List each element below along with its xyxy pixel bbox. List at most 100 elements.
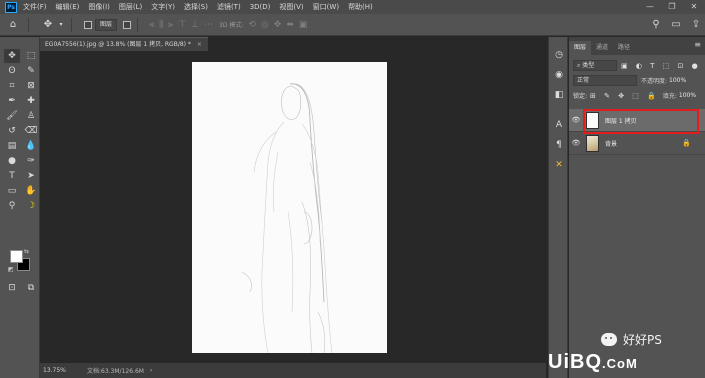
opacity-field[interactable]: 100%: [669, 77, 686, 84]
eraser-tool-icon[interactable]: ⌫: [23, 124, 39, 138]
move-tool-icon[interactable]: ✥: [39, 16, 57, 34]
align-right-icon[interactable]: ⫸: [168, 20, 173, 30]
tab-channels[interactable]: 通道: [591, 41, 613, 55]
tools-panel: ✥ ⬚ ʘ ✎ ⌗ ⊠ ✒ ✚ 🖌 ♙ ↺ ⌫ ▤ 💧 ● ✑ T ➤ ▭ ✋ ⚲ ☽ ⇆ ◩ ⊡ ⧉: [0, 37, 40, 378]
3d-roll-icon[interactable]: ◎: [261, 20, 269, 30]
stamp-tool-icon[interactable]: ♙: [23, 109, 39, 123]
swap-colors-icon[interactable]: ⇆: [24, 248, 29, 255]
minimize-button[interactable]: —: [639, 0, 661, 14]
menu-help[interactable]: 帮助(H): [348, 2, 373, 12]
panel-icon-strip: ◷ ◉ ◧ A ¶ ✕: [548, 37, 568, 378]
close-button[interactable]: ✕: [683, 0, 705, 14]
search-icon[interactable]: ⚲: [647, 16, 665, 34]
hand-tool-icon[interactable]: ✋: [23, 184, 39, 198]
panel-menu-icon[interactable]: ≡: [694, 40, 701, 49]
healing-brush-tool-icon[interactable]: ✚: [23, 94, 39, 108]
home-icon[interactable]: ⌂: [4, 16, 22, 34]
tools-preset-icon[interactable]: ✕: [550, 157, 568, 173]
layer-row-background[interactable]: 👁 背景 🔒: [569, 132, 705, 155]
menu-layer[interactable]: 图层(L): [119, 2, 142, 12]
layers-panel: 图层 通道 路径 ≡ ⌕ 类型 ▣ ◐ T ⬚ ⊡ ● 正常 不透明度: 100…: [569, 37, 705, 378]
menu-3d[interactable]: 3D(D): [250, 3, 271, 11]
menu-view[interactable]: 视图(V): [279, 2, 303, 12]
filter-icons[interactable]: ▣ ◐ T ⬚ ⊡ ●: [621, 62, 701, 70]
marquee-tool-icon[interactable]: ⬚: [23, 49, 39, 63]
fill-field[interactable]: 100%: [679, 92, 696, 99]
foreground-color[interactable]: [10, 250, 23, 263]
lock-label: 锁定:: [573, 93, 588, 100]
menu-image[interactable]: 图像(I): [88, 2, 110, 12]
opacity-label: 不透明度:: [641, 78, 668, 85]
workspace-icon[interactable]: ▭: [667, 16, 685, 34]
toolbar-extras: ⊡ ⧉: [4, 281, 39, 295]
paragraph-icon[interactable]: ¶: [550, 137, 568, 153]
menu-filter[interactable]: 滤镜(T): [217, 2, 241, 12]
history-icon[interactable]: ◷: [550, 47, 568, 63]
screen-mode-icon[interactable]: ⧉: [23, 281, 39, 295]
maximize-button[interactable]: ❐: [661, 0, 683, 14]
share-icon[interactable]: ⇪: [687, 16, 705, 34]
layer-thumbnail: [586, 134, 599, 152]
document-canvas[interactable]: [192, 62, 387, 353]
layer-filter-select[interactable]: ⌕ 类型: [573, 60, 617, 71]
path-select-tool-icon[interactable]: ➤: [23, 169, 39, 183]
adjustments-icon[interactable]: ◧: [550, 87, 568, 103]
menu-file[interactable]: 文件(F): [23, 2, 47, 12]
3d-slide-icon[interactable]: ⬌: [286, 20, 294, 30]
menu-bar: Ps 文件(F) 编辑(E) 图像(I) 图层(L) 文字(Y) 选择(S) 滤…: [0, 0, 705, 14]
banana-tool-icon[interactable]: ☽: [23, 199, 39, 213]
menu-select[interactable]: 选择(S): [184, 2, 208, 12]
move-tool-icon[interactable]: ✥: [4, 49, 20, 63]
properties-icon[interactable]: ◉: [550, 67, 568, 83]
menu-window[interactable]: 窗口(W): [313, 2, 339, 12]
default-colors-icon[interactable]: ◩: [8, 266, 14, 273]
character-icon[interactable]: A: [550, 117, 568, 133]
show-transform-checkbox[interactable]: [123, 20, 132, 29]
align-left-icon[interactable]: ⫷: [149, 20, 154, 30]
blur-tool-icon[interactable]: 💧: [23, 139, 39, 153]
blend-mode-select[interactable]: 正常: [573, 75, 637, 86]
menu-type[interactable]: 文字(Y): [151, 2, 175, 12]
frame-tool-icon[interactable]: ⊠: [23, 79, 39, 93]
tab-paths[interactable]: 路径: [613, 41, 635, 55]
close-tab-icon[interactable]: ×: [197, 41, 202, 48]
filter-row: ⌕ 类型 ▣ ◐ T ⬚ ⊡ ●: [569, 58, 705, 73]
auto-select-target-select[interactable]: 图层: [95, 18, 118, 31]
distribute-icon[interactable]: ⋯: [204, 20, 213, 30]
menu-edit[interactable]: 编辑(E): [56, 2, 80, 12]
zoom-level[interactable]: 13.75%: [43, 367, 87, 374]
window-controls: — ❐ ✕: [639, 0, 705, 14]
wechat-icon: [601, 332, 617, 346]
auto-select-checkbox[interactable]: [84, 20, 92, 29]
status-arrow-icon[interactable]: ›: [150, 367, 152, 374]
lasso-tool-icon[interactable]: ʘ: [4, 64, 20, 78]
dodge-tool-icon[interactable]: ●: [4, 154, 20, 168]
line-art-figure: [241, 83, 333, 353]
gradient-tool-icon[interactable]: ▤: [4, 139, 20, 153]
3d-drag-icon[interactable]: ✥: [274, 20, 282, 30]
3d-rotate-icon[interactable]: ⟲: [248, 20, 256, 30]
history-brush-tool-icon[interactable]: ↺: [4, 124, 20, 138]
tab-layers[interactable]: 图层: [569, 41, 592, 55]
align-middle-icon[interactable]: ⊥: [191, 20, 199, 30]
align-top-icon[interactable]: ⊤: [178, 20, 186, 30]
site-domain: .CoM: [602, 356, 638, 371]
quick-select-tool-icon[interactable]: ✎: [23, 64, 39, 78]
3d-scale-icon[interactable]: ▣: [299, 20, 308, 30]
rectangle-tool-icon[interactable]: ▭: [4, 184, 20, 198]
pen-tool-icon[interactable]: ✑: [23, 154, 39, 168]
canvas-area[interactable]: [40, 51, 546, 361]
layer-name[interactable]: 背景: [605, 139, 617, 148]
visibility-eye-icon[interactable]: 👁: [569, 139, 583, 147]
type-tool-icon[interactable]: T: [4, 169, 20, 183]
visibility-eye-icon[interactable]: 👁: [569, 116, 583, 124]
document-tab[interactable]: EG0A7556(1).jpg @ 13.8% (图层 1 拷贝, RGB/8)…: [40, 37, 208, 51]
zoom-tool-icon[interactable]: ⚲: [4, 199, 20, 213]
align-center-icon[interactable]: ⫼: [159, 20, 163, 30]
chevron-down-icon[interactable]: ▾: [57, 16, 65, 34]
crop-tool-icon[interactable]: ⌗: [4, 79, 20, 93]
edit-mode-icon[interactable]: ⊡: [4, 281, 20, 295]
eyedropper-tool-icon[interactable]: ✒: [4, 94, 20, 108]
lock-icons[interactable]: ⊞ ✎ ✥ ⬚ 🔒: [590, 92, 659, 100]
brush-tool-icon[interactable]: 🖌: [4, 109, 20, 123]
